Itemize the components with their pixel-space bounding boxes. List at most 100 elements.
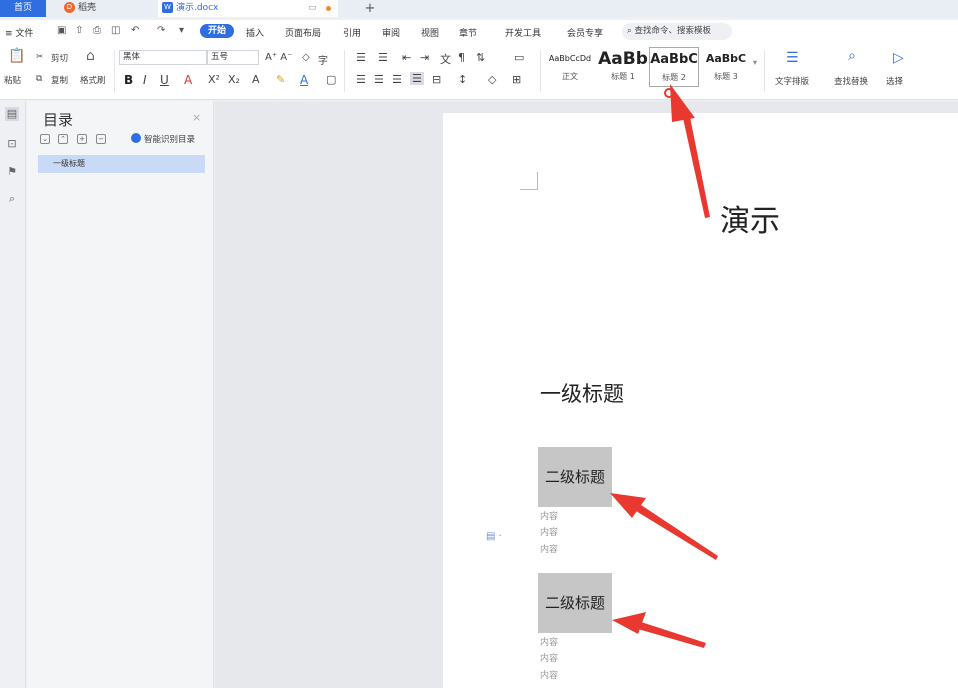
command-search-input[interactable]: ⌕ 查找命令、搜索模板 (622, 23, 732, 40)
chinese-layout-icon[interactable]: 文 (440, 51, 451, 67)
sort-icon[interactable]: ⇅ (476, 51, 485, 64)
body-text-line[interactable]: 内容 (540, 525, 558, 538)
align-left-icon[interactable]: ☰ (356, 73, 366, 86)
char-border-icon[interactable]: ▢ (326, 73, 336, 86)
style-normal[interactable]: AaBbCcDd 正文 (545, 47, 595, 87)
body-text-line[interactable]: 内容 (540, 668, 558, 681)
body-text-line[interactable]: 内容 (540, 635, 558, 648)
body-text-line[interactable]: 内容 (540, 542, 558, 555)
find-replace-button[interactable]: 查找替换 (834, 75, 868, 87)
font-color-icon[interactable]: A (300, 73, 308, 87)
cut-button[interactable]: 剪切 (51, 52, 68, 64)
tab-document[interactable]: W 演示.docx ▭ (158, 0, 338, 17)
paste-button[interactable]: 粘贴 (4, 74, 21, 86)
paragraph-layout-icon[interactable]: ▤ · (486, 531, 502, 542)
heading-level-1[interactable]: 一级标题 (540, 378, 624, 408)
export-icon[interactable]: ⇧ (75, 25, 83, 36)
undo-icon[interactable]: ↶ (131, 25, 139, 36)
body-text-line[interactable]: 内容 (540, 509, 558, 522)
quick-access-more-icon[interactable]: ▾ (179, 25, 184, 36)
menu-member[interactable]: 会员专享 (567, 26, 603, 39)
menu-chapter[interactable]: 章节 (459, 26, 477, 39)
toc-close-button[interactable]: × (192, 111, 201, 124)
smart-toc-button[interactable]: 智能识别目录 (131, 133, 195, 145)
copy-icon[interactable]: ⧉ (36, 74, 42, 84)
toc-item[interactable]: 一级标题 (38, 155, 205, 173)
justify-icon[interactable]: ☰ (410, 72, 424, 85)
format-painter-button[interactable]: 格式刷 (80, 74, 106, 86)
select-icon[interactable]: ▷ (893, 50, 904, 66)
chapter-nav-icon[interactable]: ⊡ (5, 137, 19, 151)
print-icon[interactable]: ⎙ (93, 25, 101, 36)
menu-review[interactable]: 审阅 (382, 26, 400, 39)
highlight-icon[interactable]: ✎ (276, 73, 285, 86)
menu-start[interactable]: 开始 (200, 24, 234, 38)
line-spacing-icon[interactable]: ↕ (458, 73, 467, 86)
underline-icon[interactable]: U (160, 73, 169, 87)
format-painter-icon[interactable]: ⌂ (86, 48, 95, 64)
clear-format-icon[interactable]: ◇ (302, 52, 310, 63)
phonetic-icon[interactable]: 字 (318, 52, 328, 67)
show-marks-icon[interactable]: ¶ (458, 51, 465, 64)
new-tab-button[interactable]: + (362, 0, 378, 17)
paste-icon[interactable]: 📋 (8, 48, 25, 64)
search-icon[interactable]: ⌕ (5, 192, 19, 206)
shading-icon[interactable]: ◇ (488, 73, 496, 86)
remove-heading-icon[interactable]: − (96, 134, 106, 144)
indent-icon[interactable]: ⇥ (420, 51, 429, 64)
grow-font-icon[interactable]: A⁺ A⁻ (265, 52, 292, 63)
italic-icon[interactable]: I (143, 73, 147, 87)
text-effect-icon[interactable]: A (252, 73, 260, 86)
menu-references[interactable]: 引用 (343, 26, 361, 39)
find-replace-icon[interactable]: ⌕ (848, 48, 856, 64)
title-bar: 首页 D 稻壳 W 演示.docx ▭ + (0, 0, 958, 17)
align-right-icon[interactable]: ☰ (392, 73, 402, 86)
font-size-select[interactable]: 五号 (207, 50, 259, 65)
strikethrough-icon[interactable]: A (184, 73, 192, 87)
tab-daoke[interactable]: D 稻壳 (58, 0, 148, 17)
style-heading-1[interactable]: AaBb 标题 1 (598, 47, 648, 87)
border-icon[interactable]: ⊞ (512, 73, 521, 86)
select-button[interactable]: 选择 (886, 75, 903, 87)
toc-view-icon[interactable]: ▤ (5, 107, 19, 121)
collapse-all-icon[interactable]: ⌃ (58, 134, 68, 144)
menu-view[interactable]: 视图 (421, 26, 439, 39)
print-preview-icon[interactable]: ◫ (111, 25, 120, 36)
body-text-line[interactable]: 内容 (540, 651, 558, 664)
style-heading-3-preview: AaBbC (705, 52, 747, 65)
style-heading-3[interactable]: AaBbC 标题 3 (701, 47, 751, 87)
numbered-list-icon[interactable]: ☰ (378, 51, 388, 64)
bold-icon[interactable]: B (124, 73, 133, 87)
ribbon-divider (114, 50, 115, 92)
bookmark-icon[interactable]: ⚑ (5, 165, 19, 179)
menu-page-layout[interactable]: 页面布局 (285, 26, 321, 39)
expand-all-icon[interactable]: ⌄ (40, 134, 50, 144)
menu-file[interactable]: ≡ 文件 (5, 26, 33, 39)
tab-home[interactable]: 首页 (0, 0, 46, 17)
save-icon[interactable]: ▣ (57, 25, 66, 36)
outdent-icon[interactable]: ⇤ (402, 51, 411, 64)
document-page[interactable] (443, 113, 958, 688)
redo-icon[interactable]: ↷ (157, 25, 165, 36)
subscript-icon[interactable]: X₂ (228, 73, 240, 86)
text-layout-button[interactable]: 文字排版 (775, 75, 809, 87)
comment-icon[interactable]: ▭ (308, 0, 317, 17)
cut-icon[interactable]: ✂ (36, 52, 43, 62)
add-heading-icon[interactable]: + (77, 134, 87, 144)
menu-insert[interactable]: 插入 (246, 26, 264, 39)
line-break-icon[interactable]: ▭ (514, 51, 524, 64)
ribbon-divider (344, 50, 345, 92)
align-center-icon[interactable]: ☰ (374, 73, 384, 86)
text-layout-icon[interactable]: ☰ (786, 50, 799, 66)
style-heading-2[interactable]: AaBbC 标题 2 (649, 47, 699, 87)
style-normal-preview: AaBbCcDd (548, 54, 592, 63)
style-gallery-more-icon[interactable]: ▾ (753, 58, 757, 67)
font-name-select[interactable]: 黑体 (119, 50, 207, 65)
distribute-icon[interactable]: ⊟ (432, 73, 441, 86)
heading-level-2[interactable]: 二级标题 (538, 573, 612, 633)
superscript-icon[interactable]: X² (208, 73, 220, 86)
copy-button[interactable]: 复制 (51, 74, 68, 86)
heading-level-2[interactable]: 二级标题 (538, 447, 612, 507)
bullet-list-icon[interactable]: ☰ (356, 51, 366, 64)
menu-developer[interactable]: 开发工具 (505, 26, 541, 39)
